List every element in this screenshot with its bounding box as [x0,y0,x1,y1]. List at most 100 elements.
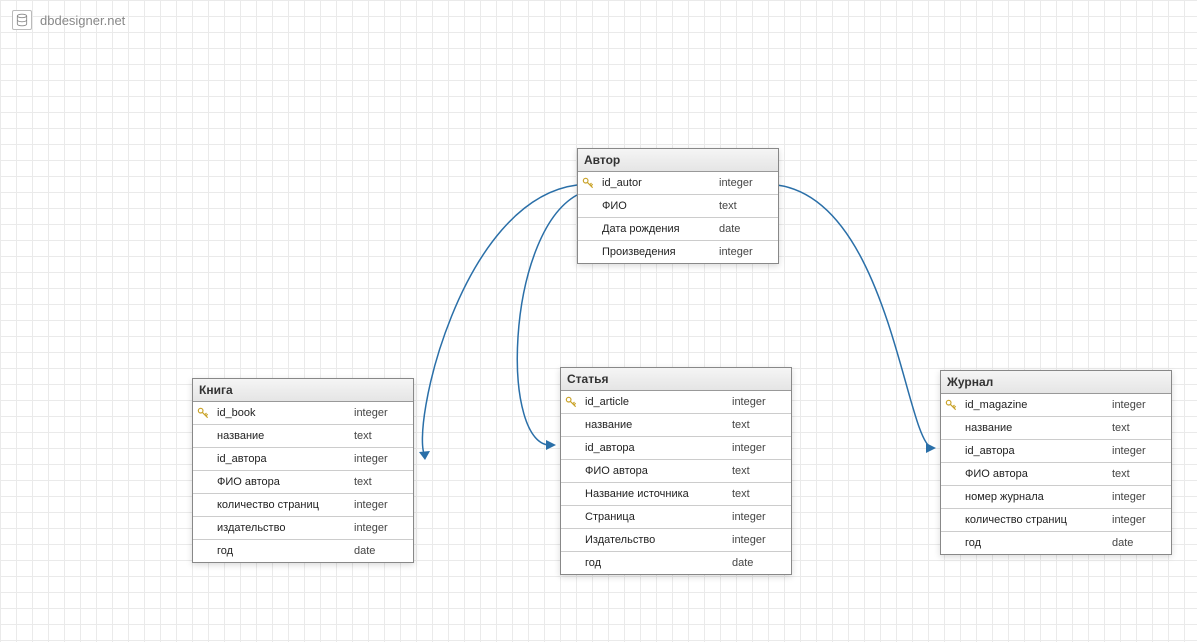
table-row[interactable]: названиеtext [561,414,791,437]
column-name: id_автора [213,453,350,465]
column-name: Дата рождения [598,223,715,235]
column-name: id_book [213,407,350,419]
column-name: Название источника [581,488,728,500]
column-type: integer [350,453,413,465]
table-author-rows: id_autorintegerФИОtextДата рожденияdateП… [578,172,778,263]
table-article-header[interactable]: Статья [561,368,791,391]
column-type: text [1108,422,1171,434]
column-type: integer [350,499,413,511]
rel-author-book [422,185,577,456]
table-book[interactable]: Книга id_bookintegerназваниеtextid_автор… [192,378,414,563]
table-row[interactable]: Дата рожденияdate [578,218,778,241]
table-title: Журнал [947,375,993,389]
column-name: год [213,545,350,557]
column-type: integer [728,511,791,523]
table-row[interactable]: номер журналаinteger [941,486,1171,509]
column-type: integer [350,522,413,534]
table-article-rows: id_articleintegerназваниеtextid_автораin… [561,391,791,574]
table-book-rows: id_bookintegerназваниеtextid_автораinteg… [193,402,413,562]
table-title: Книга [199,383,233,397]
column-type: integer [1108,491,1171,503]
table-row[interactable]: id_bookinteger [193,402,413,425]
primary-key-icon [941,398,961,412]
column-type: text [350,430,413,442]
table-row[interactable]: id_articleinteger [561,391,791,414]
table-row[interactable]: издательствоinteger [193,517,413,540]
column-type: integer [715,246,778,258]
table-row[interactable]: id_автораinteger [193,448,413,471]
column-name: количество страниц [213,499,350,511]
column-type: text [350,476,413,488]
column-name: id_автора [961,445,1108,457]
table-row[interactable]: количество страницinteger [193,494,413,517]
table-row[interactable]: годdate [193,540,413,562]
table-row[interactable]: названиеtext [941,417,1171,440]
column-type: integer [728,396,791,408]
column-name: Издательство [581,534,728,546]
column-name: название [581,419,728,431]
primary-key-icon [193,406,213,420]
table-magazine[interactable]: Журнал id_magazineintegerназваниеtextid_… [940,370,1172,555]
column-type: text [728,465,791,477]
table-row[interactable]: id_autorinteger [578,172,778,195]
diagram-canvas[interactable]: dbdesigner.net Автор id_autorintegerФИОt… [0,0,1197,642]
table-row[interactable]: годdate [941,532,1171,554]
primary-key-icon [561,395,581,409]
column-type: integer [715,177,778,189]
table-author[interactable]: Автор id_autorintegerФИОtextДата рождени… [577,148,779,264]
table-author-header[interactable]: Автор [578,149,778,172]
watermark: dbdesigner.net [12,10,125,30]
column-name: год [961,537,1108,549]
column-type: integer [1108,399,1171,411]
column-type: integer [728,442,791,454]
table-row[interactable]: названиеtext [193,425,413,448]
column-type: integer [1108,514,1171,526]
table-row[interactable]: ФИО автораtext [561,460,791,483]
column-type: integer [728,534,791,546]
database-icon [12,10,32,30]
column-name: id_autor [598,177,715,189]
column-name: год [581,557,728,569]
column-name: Страница [581,511,728,523]
column-name: ФИО автора [581,465,728,477]
column-type: text [1108,468,1171,480]
table-row[interactable]: Издательствоinteger [561,529,791,552]
column-name: Произведения [598,246,715,258]
table-row[interactable]: Название источникаtext [561,483,791,506]
column-name: ФИО автора [961,468,1108,480]
table-magazine-header[interactable]: Журнал [941,371,1171,394]
watermark-text: dbdesigner.net [40,13,125,28]
table-row[interactable]: количество страницinteger [941,509,1171,532]
column-type: text [715,200,778,212]
column-type: date [728,557,791,569]
column-type: date [715,223,778,235]
table-magazine-rows: id_magazineintegerназваниеtextid_автораi… [941,394,1171,554]
table-row[interactable]: id_автораinteger [561,437,791,460]
column-name: ФИО [598,200,715,212]
table-row[interactable]: Страницаinteger [561,506,791,529]
column-type: text [728,488,791,500]
table-row[interactable]: id_автораinteger [941,440,1171,463]
column-name: id_автора [581,442,728,454]
table-row[interactable]: годdate [561,552,791,574]
table-row[interactable]: id_magazineinteger [941,394,1171,417]
table-title: Автор [584,153,620,167]
table-article[interactable]: Статья id_articleintegerназваниеtextid_а… [560,367,792,575]
primary-key-icon [578,176,598,190]
column-name: название [961,422,1108,434]
column-type: date [1108,537,1171,549]
column-type: date [350,545,413,557]
table-row[interactable]: ФИО автораtext [193,471,413,494]
column-type: text [728,419,791,431]
column-name: ФИО автора [213,476,350,488]
column-type: integer [350,407,413,419]
column-name: id_article [581,396,728,408]
table-row[interactable]: ФИОtext [578,195,778,218]
column-type: integer [1108,445,1171,457]
table-book-header[interactable]: Книга [193,379,413,402]
column-name: издательство [213,522,350,534]
column-name: id_magazine [961,399,1108,411]
table-row[interactable]: ФИО автораtext [941,463,1171,486]
table-row[interactable]: Произведенияinteger [578,241,778,263]
column-name: номер журнала [961,491,1108,503]
